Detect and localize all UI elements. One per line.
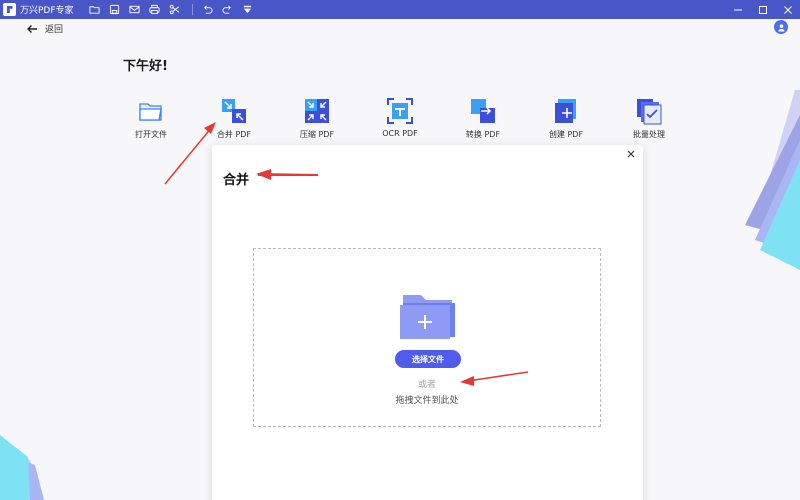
dropdown-icon[interactable] — [239, 0, 257, 19]
compress-icon — [305, 99, 329, 123]
tool-merge-pdf[interactable]: 合并 PDF — [199, 97, 269, 140]
title-bar: 万兴PDF专家 — [0, 0, 800, 19]
save-icon[interactable] — [106, 0, 124, 19]
merge-icon — [222, 99, 246, 123]
batch-icon — [637, 99, 662, 125]
tool-label: 转换 PDF — [465, 130, 501, 139]
or-text: 或者 — [417, 380, 436, 390]
open-folder-icon — [139, 103, 162, 121]
tool-label: 创建 PDF — [548, 130, 584, 139]
tool-create-pdf[interactable]: 创建 PDF — [531, 97, 601, 140]
minimize-icon[interactable] — [725, 0, 750, 19]
dialog-title: 合并 — [223, 173, 250, 188]
tool-ocr-pdf[interactable]: OCR PDF — [365, 97, 435, 138]
maximize-icon[interactable] — [750, 0, 775, 19]
mail-icon[interactable] — [126, 0, 144, 19]
app-logo-icon — [3, 3, 16, 16]
decorative-cards-left — [0, 435, 44, 500]
folder-icon[interactable] — [86, 0, 104, 19]
tool-label: 压缩 PDF — [299, 130, 335, 139]
undo-icon[interactable] — [199, 0, 217, 19]
tool-label: OCR PDF — [382, 129, 418, 138]
toolbar-separator — [191, 4, 193, 15]
convert-icon — [471, 99, 495, 123]
tool-open-file[interactable]: 打开文件 — [116, 97, 186, 140]
select-file-button[interactable]: 选择文件 — [395, 350, 461, 368]
create-icon — [555, 99, 576, 123]
tool-label: 合并 PDF — [216, 130, 252, 139]
back-button[interactable]: 返回 — [26, 22, 63, 35]
back-label: 返回 — [45, 25, 64, 35]
tool-label: 批量处理 — [633, 130, 665, 139]
file-drop-zone[interactable]: 选择文件 或者 拖拽文件到此处 — [253, 248, 601, 427]
tool-compress-pdf[interactable]: 压缩 PDF — [282, 97, 352, 140]
add-folder-icon — [400, 295, 455, 339]
tool-label: 打开文件 — [135, 130, 167, 139]
drag-hint-text: 拖拽文件到此处 — [395, 396, 459, 406]
tool-batch-process[interactable]: 批量处理 — [614, 97, 684, 140]
print-icon[interactable] — [146, 0, 164, 19]
back-arrow-icon — [27, 24, 37, 33]
ocr-icon — [387, 98, 413, 124]
cut-icon[interactable] — [166, 0, 184, 19]
decorative-cards-right — [745, 90, 800, 270]
close-icon[interactable] — [775, 0, 800, 19]
redo-icon[interactable] — [219, 0, 237, 19]
user-avatar-icon[interactable] — [774, 20, 788, 34]
app-title: 万兴PDF专家 — [20, 6, 74, 16]
merge-dialog: 合并 选择文件 或者 拖拽文件到此处 — [212, 145, 643, 500]
tool-convert-pdf[interactable]: 转换 PDF — [448, 97, 518, 140]
greeting-heading: 下午好! — [123, 59, 168, 74]
dialog-close-icon[interactable] — [625, 148, 637, 160]
